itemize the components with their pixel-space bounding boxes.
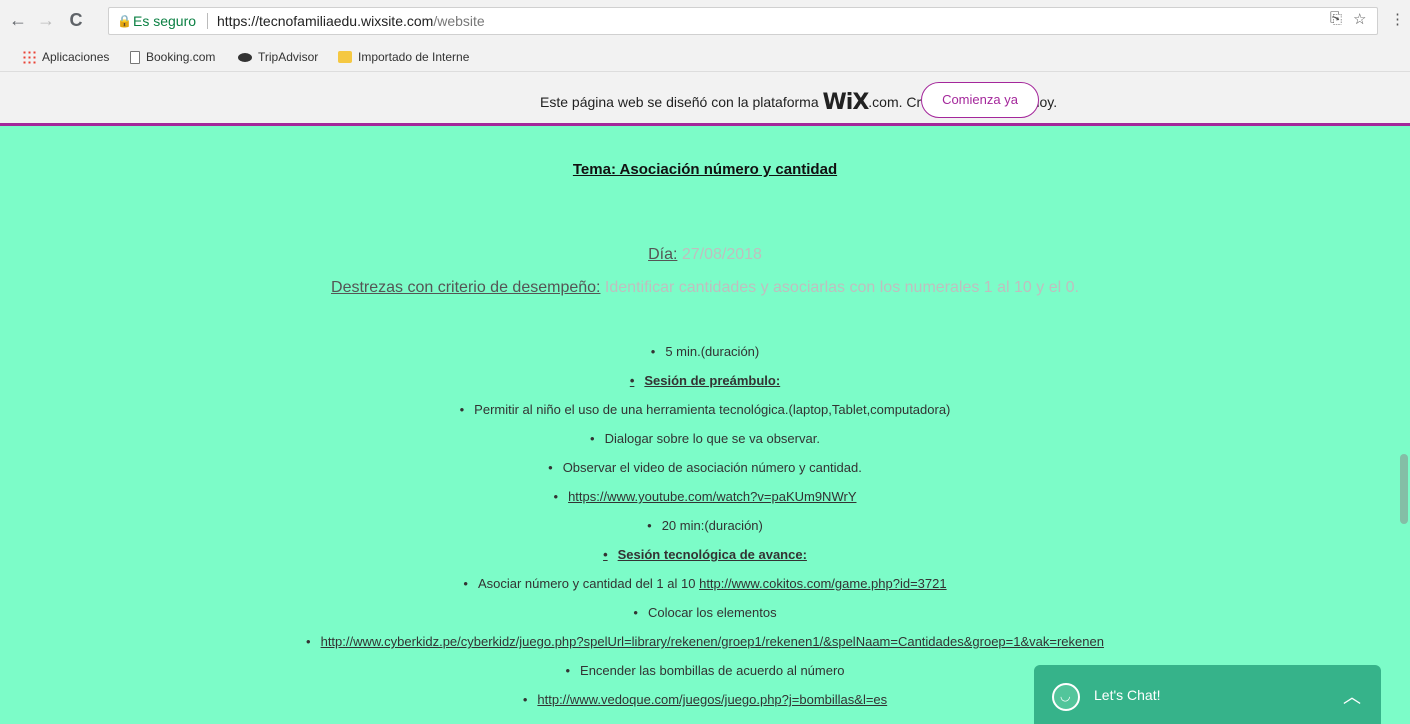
youtube-link[interactable]: https://www.youtube.com/watch?v=paKUm9NW… bbox=[568, 489, 856, 504]
lock-icon: 🔒 bbox=[117, 14, 132, 28]
bookmark-folder-importado[interactable]: Importado de Interne bbox=[338, 50, 469, 64]
list-item: Sesión de preámbulo: bbox=[0, 373, 1410, 402]
cyberkidz-link[interactable]: http://www.cyberkidz.pe/cyberkidz/juego.… bbox=[321, 634, 1104, 649]
vedoque-link[interactable]: http://www.vedoque.com/juegos/juego.php?… bbox=[537, 692, 887, 707]
list-item: Dialogar sobre lo que se va observar. bbox=[0, 431, 1410, 460]
cokitos-link[interactable]: http://www.cokitos.com/game.php?id=3721 bbox=[699, 576, 947, 591]
scrollbar-thumb[interactable] bbox=[1400, 454, 1408, 524]
bookmark-tripadvisor[interactable]: TripAdvisor bbox=[238, 50, 318, 64]
bookmark-star-icon[interactable]: ☆ bbox=[1353, 10, 1366, 28]
omnibox-separator bbox=[207, 13, 208, 29]
list-item: http://www.cyberkidz.pe/cyberkidz/juego.… bbox=[0, 634, 1410, 663]
bookmarks-bar: Aplicaciones Booking.com TripAdvisor Imp… bbox=[0, 42, 1410, 72]
translate-icon[interactable]: ⎘ bbox=[1330, 10, 1342, 27]
bookmark-booking[interactable]: Booking.com bbox=[130, 50, 215, 64]
page-title: Tema: Asociación número y cantidad bbox=[572, 161, 838, 178]
forward-arrow-icon[interactable]: → bbox=[36, 10, 56, 30]
chat-label: Let's Chat! bbox=[1094, 687, 1161, 703]
wix-banner: Este página web se diseñó con la platafo… bbox=[0, 72, 1410, 126]
list-item: 20 min:(duración) bbox=[0, 518, 1410, 547]
smiley-icon bbox=[1052, 683, 1080, 711]
list-item: Sesión tecnológica de avance: bbox=[0, 547, 1410, 576]
list-item: https://www.youtube.com/watch?v=paKUm9NW… bbox=[0, 489, 1410, 518]
chevron-up-icon[interactable]: ︿ bbox=[1343, 683, 1361, 709]
day-line: Día: 27/08/2018 bbox=[648, 246, 762, 263]
address-bar: ← → C 🔒 Es seguro https://tecnofamiliaed… bbox=[0, 0, 1410, 42]
skills-line: Destrezas con criterio de desempeño: Ide… bbox=[331, 279, 1079, 296]
list-item: Observar el video de asociación número y… bbox=[0, 460, 1410, 489]
list-item: 5 min.(duración) bbox=[0, 344, 1410, 373]
url-input[interactable]: 🔒 Es seguro https://tecnofamiliaedu.wixs… bbox=[108, 7, 1378, 35]
apps-icon bbox=[22, 50, 36, 64]
list-item: Asociar número y cantidad del 1 al 10 ht… bbox=[0, 576, 1410, 605]
list-item: Colocar los elementos bbox=[0, 605, 1410, 634]
folder-icon bbox=[338, 51, 352, 63]
list-item: Permitir al niño el uso de una herramien… bbox=[0, 402, 1410, 431]
secure-label: Es seguro bbox=[133, 13, 197, 29]
tripadvisor-icon bbox=[238, 52, 252, 62]
page-content: Tema: Asociación número y cantidad Día: … bbox=[0, 126, 1398, 724]
chat-widget[interactable]: Let's Chat! ︿ bbox=[1034, 665, 1381, 724]
wix-logo: WiX bbox=[822, 90, 870, 115]
bookmark-aplicaciones[interactable]: Aplicaciones bbox=[22, 50, 109, 64]
browser-menu-icon[interactable]: ⋮ bbox=[1390, 10, 1405, 28]
start-now-button[interactable]: Comienza ya bbox=[921, 82, 1039, 118]
scrollbar[interactable] bbox=[1398, 126, 1410, 724]
reload-icon[interactable]: C bbox=[66, 10, 86, 30]
url-text: https://tecnofamiliaedu.wixsite.com/webs… bbox=[217, 13, 485, 29]
back-arrow-icon[interactable]: ← bbox=[8, 10, 28, 30]
page-icon bbox=[130, 50, 140, 64]
